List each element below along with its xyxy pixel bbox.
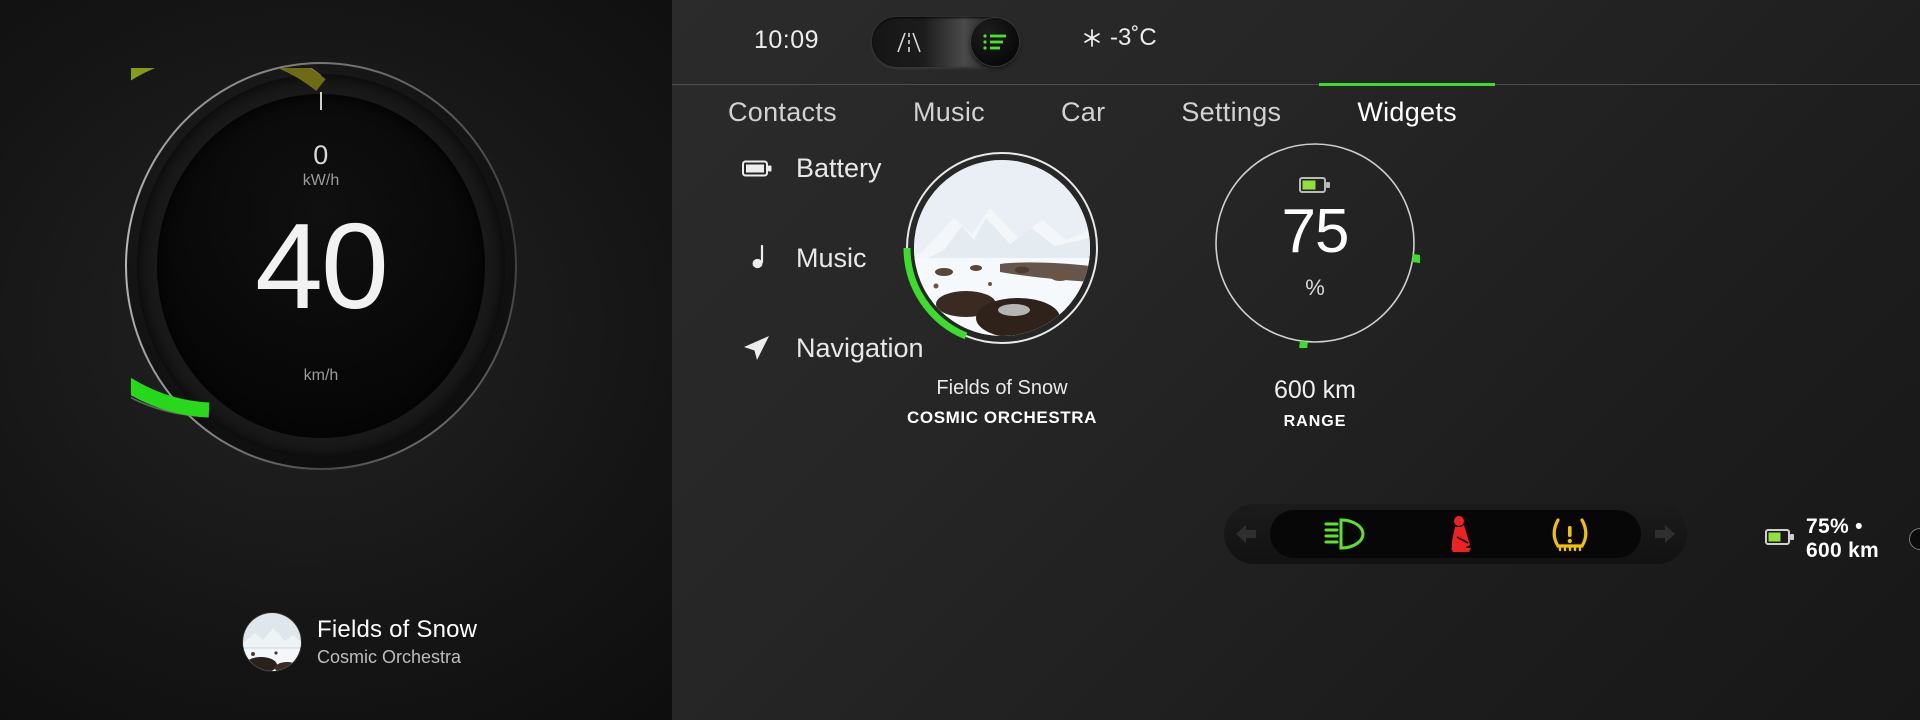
speed-gauge: 0 kW/h 40 km/h: [125, 62, 517, 470]
tab-settings[interactable]: Settings: [1143, 85, 1319, 138]
tab-widgets[interactable]: Widgets: [1319, 83, 1495, 138]
music-widget-card[interactable]: Fields of Snow COSMIC ORCHESTRA: [887, 148, 1117, 428]
tab-car[interactable]: Car: [1023, 85, 1143, 138]
list-view-option[interactable]: [971, 18, 1019, 66]
power-value: 0: [313, 140, 329, 170]
battery-range-value: 600 km: [1274, 376, 1356, 404]
snowflake-icon: [1084, 29, 1100, 47]
battery-three-quarters-icon: [1765, 528, 1795, 551]
head-unit-panel: 10:09 -3˚C Contacts Music Car Settings W…: [672, 0, 1920, 720]
battery-widget-card[interactable]: 75 % 600 km RANGE: [1200, 138, 1505, 460]
clock: 10:09: [754, 26, 820, 54]
album-art-thumbnail: [243, 613, 301, 671]
turn-signal-right-icon[interactable]: [1641, 523, 1687, 545]
instrument-cluster-panel: 0 kW/h 40 km/h Fields of Snow Cosmic Orc…: [0, 0, 672, 720]
music-widget-title: Fields of Snow: [936, 377, 1068, 399]
now-playing-title: Fields of Snow: [317, 616, 478, 643]
high-beam-icon: [1323, 517, 1371, 551]
battery-three-quarters-icon: [1210, 176, 1420, 194]
battery-ring: 75 %: [1210, 138, 1505, 460]
widget-menu-label: Music: [796, 242, 867, 273]
list-lines-icon: [983, 34, 1006, 50]
temperature-value: -3˚C: [1110, 24, 1157, 51]
telltale-group: [1270, 510, 1641, 558]
dashboard-screen: 0 kW/h 40 km/h Fields of Snow Cosmic Orc…: [0, 0, 1920, 720]
cluster-now-playing[interactable]: Fields of Snow Cosmic Orchestra: [243, 613, 477, 671]
tire-pressure-warning-icon: [1551, 516, 1589, 552]
battery-status-track: [1909, 528, 1920, 550]
music-widget-artist: COSMIC ORCHESTRA: [907, 408, 1097, 427]
power-unit-label: kW/h: [302, 172, 340, 189]
gauge-top-tick: [320, 92, 322, 110]
music-progress-ring: [903, 152, 1098, 344]
road-perspective-icon: [897, 32, 921, 53]
battery-percent-unit: %: [1305, 275, 1325, 300]
tab-contacts[interactable]: Contacts: [690, 85, 875, 138]
view-mode-toggle[interactable]: [872, 17, 1020, 67]
navigation-arrow-icon: [740, 331, 774, 365]
speed-value: 40: [255, 198, 389, 334]
now-playing-artist: Cosmic Orchestra: [317, 647, 462, 667]
top-status-bar: 10:09 -3˚C: [672, 0, 1920, 84]
telltale-bar: [1224, 504, 1687, 564]
battery-icon: [740, 151, 774, 185]
road-view-option[interactable]: [872, 17, 946, 67]
turn-signal-left-icon[interactable]: [1224, 523, 1270, 545]
battery-status-bar: 75% • 600 km: [1765, 515, 1920, 563]
battery-range-label: RANGE: [1283, 413, 1347, 430]
album-disc: [902, 148, 1102, 348]
seatbelt-warning-icon: [1444, 515, 1478, 553]
music-note-icon: [740, 241, 774, 275]
tab-bar: Contacts Music Car Settings Widgets: [672, 83, 1920, 138]
battery-percent-value: 75: [1281, 197, 1350, 266]
widget-menu-label: Battery: [796, 152, 882, 183]
speed-unit-label: km/h: [303, 367, 339, 384]
tab-music[interactable]: Music: [875, 85, 1023, 138]
weather-indicator: -3˚C: [1082, 24, 1157, 52]
battery-status-text: 75% • 600 km: [1806, 515, 1880, 562]
